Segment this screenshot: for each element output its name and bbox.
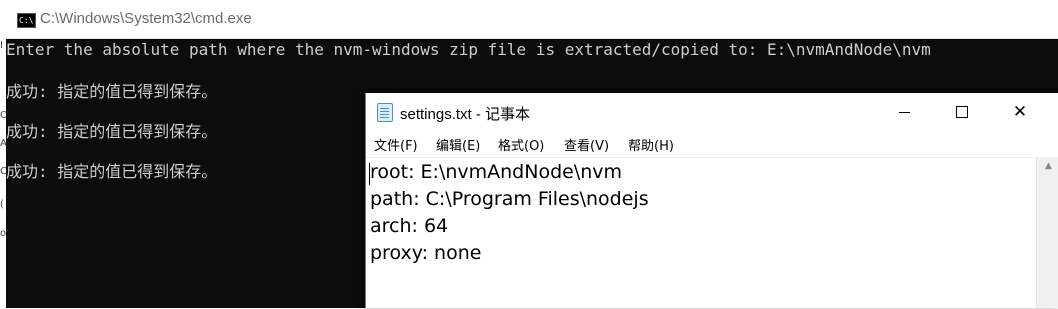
- maximize-button[interactable]: [933, 93, 991, 131]
- scroll-up-arrow-icon[interactable]: ▲: [1037, 157, 1058, 175]
- notepad-icon: [377, 103, 393, 122]
- close-icon: ✕: [1012, 101, 1028, 122]
- console-icon: C:\: [17, 13, 36, 28]
- menu-help[interactable]: 帮助(H): [628, 135, 674, 154]
- cmd-window-title: C:\Windows\System32\cmd.exe: [40, 10, 252, 27]
- console-line: Enter the absolute path where the nvm-wi…: [6, 40, 931, 59]
- menu-format[interactable]: 格式(O): [498, 135, 544, 154]
- menu-view[interactable]: 查看(V): [564, 135, 609, 154]
- close-button[interactable]: ✕: [991, 93, 1049, 131]
- vertical-scrollbar[interactable]: ▲: [1036, 157, 1058, 308]
- menu-file[interactable]: 文件(F): [374, 135, 418, 154]
- menu-bar: 文件(F) 编辑(E) 格式(O) 查看(V) 帮助(H): [366, 131, 1058, 157]
- notepad-window-title: settings.txt - 记事本: [400, 106, 531, 123]
- editor-line: path: C:\Program Files\nodejs: [370, 188, 649, 210]
- console-line: 成功: 指定的值已得到保存。: [6, 162, 218, 181]
- notepad-window[interactable]: settings.txt - 记事本 ✕ 文件(F) 编辑(E) 格式(O) 查…: [365, 93, 1058, 308]
- notepad-titlebar[interactable]: settings.txt - 记事本 ✕: [366, 93, 1058, 131]
- minimize-icon: [898, 111, 910, 113]
- text-editor[interactable]: root: E:\nvmAndNode\nvm path: C:\Program…: [366, 157, 1036, 309]
- edge-glyph: I: [0, 40, 3, 51]
- menu-edit[interactable]: 编辑(E): [436, 135, 480, 154]
- editor-line: root: E:\nvmAndNode\nvm: [370, 161, 623, 183]
- console-line: 成功: 指定的值已得到保存。: [6, 82, 218, 101]
- cmd-titlebar[interactable]: C:\ C:\Windows\System32\cmd.exe: [6, 0, 1058, 39]
- editor-line: proxy: none: [370, 242, 482, 264]
- minimize-button[interactable]: [875, 93, 933, 131]
- editor-line: arch: 64: [370, 215, 449, 237]
- maximize-icon: [956, 106, 968, 118]
- edge-glyph: (: [0, 199, 4, 210]
- console-line: 成功: 指定的值已得到保存。: [6, 122, 218, 141]
